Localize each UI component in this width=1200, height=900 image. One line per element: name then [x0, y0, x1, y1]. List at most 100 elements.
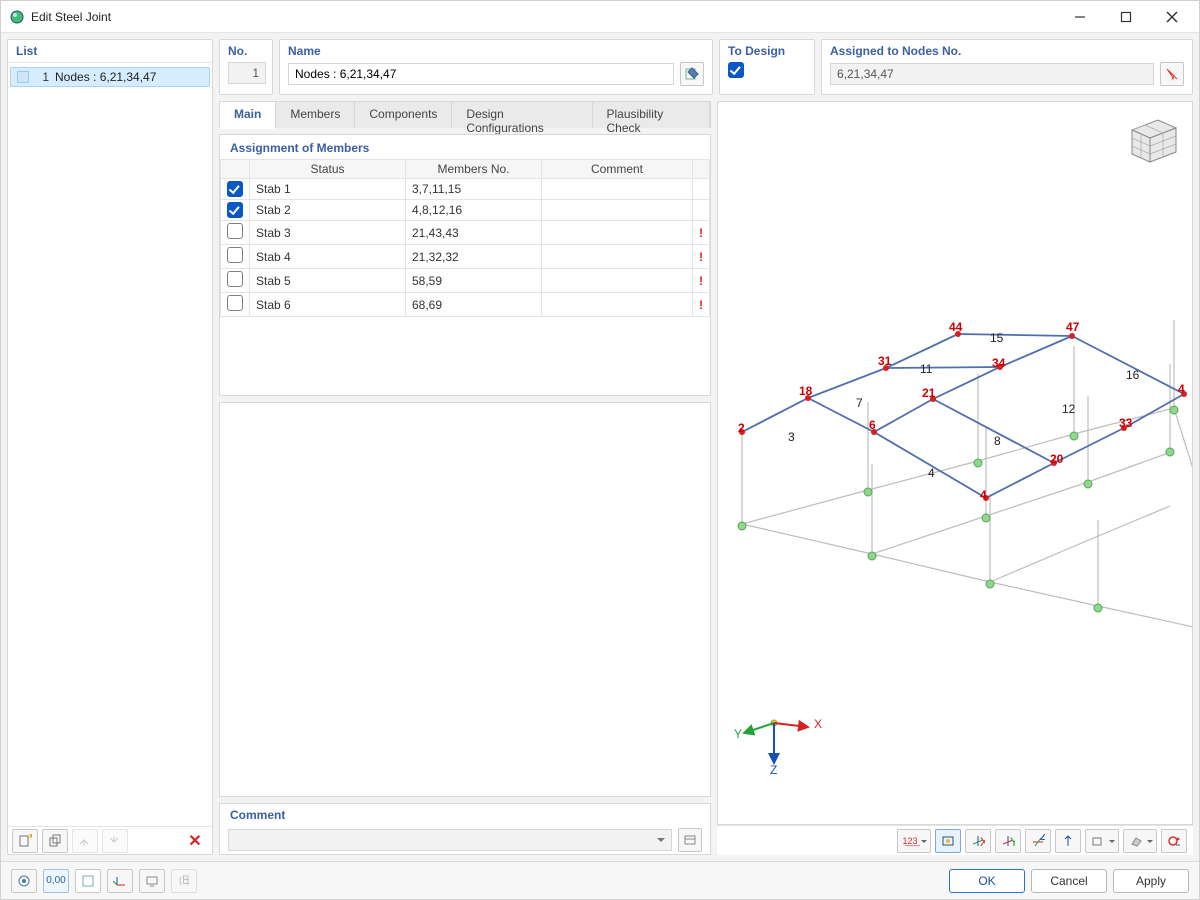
assignment-title: Assignment of Members — [220, 135, 710, 159]
node-label: 47 — [1066, 320, 1079, 334]
assigned-pick-button[interactable] — [1160, 62, 1184, 86]
row-comment — [542, 221, 693, 245]
apply-button[interactable]: Apply — [1113, 869, 1189, 893]
table-row[interactable]: Stab 321,43,43! — [221, 221, 710, 245]
comment-library-button[interactable] — [678, 828, 702, 852]
list-new-button[interactable]: ✶ — [12, 829, 38, 853]
footer-units-button[interactable]: 0,00 — [43, 869, 69, 893]
member-label: 15 — [990, 331, 1003, 345]
comment-label: Comment — [220, 804, 710, 826]
toolbar-numbering-button[interactable]: 1̲2̲3̲ — [897, 829, 931, 853]
table-row[interactable]: Stab 24,8,12,16 — [221, 200, 710, 221]
row-checkbox[interactable] — [227, 181, 243, 197]
list-item-icon — [17, 71, 29, 83]
footer-screen-button[interactable] — [139, 869, 165, 893]
no-label: No. — [220, 40, 272, 58]
row-status: Stab 2 — [250, 200, 406, 221]
svg-text:X: X — [980, 835, 985, 848]
node-label: 2 — [738, 421, 745, 435]
list-delete-button[interactable]: ✕ — [182, 829, 208, 853]
toolbar-show-button[interactable] — [935, 829, 961, 853]
no-panel: No. — [219, 39, 273, 95]
row-members: 68,69 — [406, 293, 542, 317]
node-label: 18 — [799, 384, 812, 398]
col-comment: Comment — [542, 160, 693, 179]
tab-bar: Main Members Components Design Configura… — [219, 101, 711, 128]
row-checkbox[interactable] — [227, 202, 243, 218]
member-label: 12 — [1062, 402, 1075, 416]
toolbar-axis-z-button[interactable]: Z — [1025, 829, 1051, 853]
row-comment — [542, 245, 693, 269]
list-header: List — [8, 40, 212, 63]
node-label: 20 — [1050, 452, 1063, 466]
svg-text:Z: Z — [1040, 834, 1045, 843]
table-row[interactable]: Stab 13,7,11,15 — [221, 179, 710, 200]
row-status: Stab 6 — [250, 293, 406, 317]
footer-help-button[interactable] — [11, 869, 37, 893]
ok-button[interactable]: OK — [949, 869, 1025, 893]
name-edit-button[interactable] — [680, 62, 704, 86]
to-design-panel: To Design — [719, 39, 815, 95]
node-label: 4 — [1178, 382, 1185, 396]
title-bar: Edit Steel Joint — [1, 1, 1199, 33]
row-status: Stab 3 — [250, 221, 406, 245]
node-label: 21 — [922, 386, 935, 400]
comment-select[interactable] — [228, 829, 672, 851]
to-design-label: To Design — [720, 40, 814, 58]
warn-icon: ! — [699, 274, 703, 288]
tab-plausibility-check[interactable]: Plausibility Check — [593, 102, 710, 128]
warn-icon: ! — [699, 226, 703, 240]
app-icon — [9, 9, 25, 25]
row-checkbox[interactable] — [227, 247, 243, 263]
list-action2-button[interactable] — [102, 829, 128, 853]
toolbar-axis-y-button[interactable]: Y — [995, 829, 1021, 853]
member-label: 8 — [994, 434, 1001, 448]
assigned-input[interactable] — [830, 63, 1154, 85]
member-label: 11 — [920, 362, 932, 376]
viewport-toolbar: 1̲2̲3̲ X Y Z — [717, 825, 1193, 855]
minimize-button[interactable] — [1057, 2, 1103, 32]
toolbar-render-button[interactable] — [1123, 829, 1157, 853]
member-label: 7 — [856, 396, 863, 410]
row-status: Stab 1 — [250, 179, 406, 200]
member-label: 3 — [788, 430, 795, 444]
row-members: 4,8,12,16 — [406, 200, 542, 221]
maximize-button[interactable] — [1103, 2, 1149, 32]
node-label: 44 — [949, 320, 962, 334]
toolbar-view-button[interactable] — [1085, 829, 1119, 853]
preview-placeholder — [219, 402, 711, 797]
tab-main[interactable]: Main — [220, 102, 276, 129]
row-members: 21,32,32 — [406, 245, 542, 269]
to-design-checkbox[interactable] — [728, 62, 744, 78]
name-input[interactable] — [288, 63, 674, 85]
toolbar-axis-x-button[interactable]: X — [965, 829, 991, 853]
row-checkbox[interactable] — [227, 271, 243, 287]
cancel-button[interactable]: Cancel — [1031, 869, 1107, 893]
footer-display-button[interactable] — [75, 869, 101, 893]
list-copy-button[interactable] — [42, 829, 68, 853]
table-row[interactable]: Stab 558,59! — [221, 269, 710, 293]
col-status: Status — [250, 160, 406, 179]
assigned-label: Assigned to Nodes No. — [822, 40, 1192, 58]
footer-axes-button[interactable] — [107, 869, 133, 893]
toolbar-neg-z-button[interactable] — [1055, 829, 1081, 853]
table-row[interactable]: Stab 421,32,32! — [221, 245, 710, 269]
tab-members[interactable]: Members — [276, 102, 355, 128]
row-checkbox[interactable] — [227, 295, 243, 311]
members-table: Status Members No. Comment Stab 13,7,11,… — [220, 159, 710, 317]
row-members: 21,43,43 — [406, 221, 542, 245]
member-label: 16 — [1126, 368, 1139, 382]
footer-script-button[interactable]: E — [171, 869, 197, 893]
toolbar-reset-button[interactable] — [1161, 829, 1187, 853]
close-button[interactable] — [1149, 2, 1195, 32]
tab-design-configurations[interactable]: Design Configurations — [452, 102, 592, 128]
row-members: 58,59 — [406, 269, 542, 293]
list-action1-button[interactable] — [72, 829, 98, 853]
table-row[interactable]: Stab 668,69! — [221, 293, 710, 317]
member-label: 4 — [928, 466, 935, 480]
list-item[interactable]: 1 Nodes : 6,21,34,47 — [10, 67, 210, 87]
3d-viewport[interactable]: X Y Z — [717, 101, 1193, 825]
tab-components[interactable]: Components — [355, 102, 452, 128]
row-checkbox[interactable] — [227, 223, 243, 239]
warn-icon: ! — [699, 250, 703, 264]
